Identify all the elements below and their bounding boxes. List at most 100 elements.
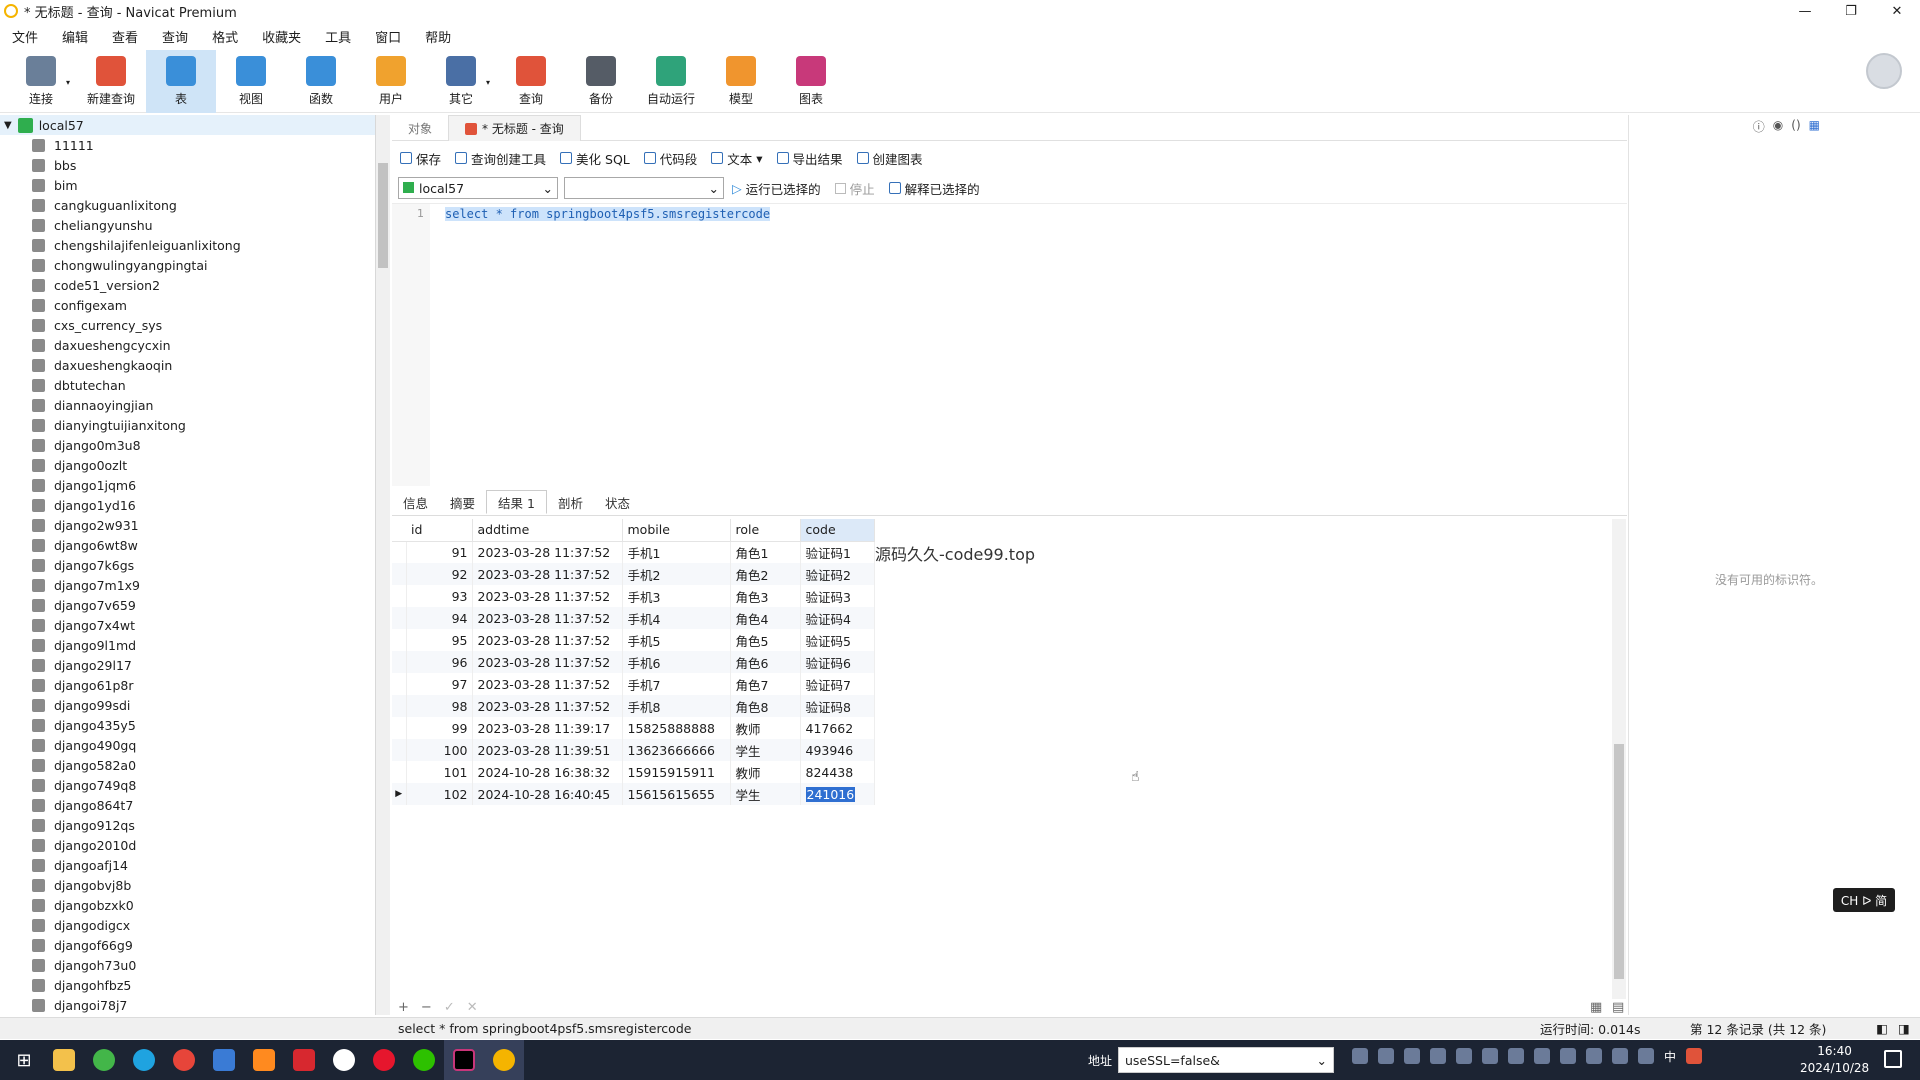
result-tab[interactable]: 信息: [392, 490, 439, 514]
grid-panel-icon[interactable]: ▦: [1809, 118, 1820, 135]
result-tab[interactable]: 结果 1: [486, 490, 547, 514]
table-cell[interactable]: 2023-03-28 11:37:52: [472, 541, 623, 563]
table-cell[interactable]: 角色1: [730, 541, 801, 563]
database-item[interactable]: django61p8r: [0, 675, 375, 695]
table-cell[interactable]: 13623666666: [622, 739, 731, 761]
table-cell[interactable]: 角色6: [730, 651, 801, 673]
menu-item[interactable]: 查询: [150, 27, 200, 46]
database-item[interactable]: django1jqm6: [0, 475, 375, 495]
database-item[interactable]: django490gq: [0, 735, 375, 755]
save-button[interactable]: 保存: [400, 149, 441, 168]
table-cell[interactable]: 验证码6: [800, 651, 875, 673]
taskbar-clock[interactable]: 16:40 2024/10/28: [1800, 1043, 1869, 1077]
row-marker[interactable]: [392, 695, 407, 717]
sidebar-scrollbar[interactable]: [376, 115, 390, 1015]
tray-mic-icon[interactable]: [1456, 1048, 1472, 1064]
discard-x-icon[interactable]: ✕: [467, 1000, 478, 1015]
toolbar-tools-button[interactable]: 其它 ▾: [426, 50, 496, 113]
taskbar-wechat[interactable]: [404, 1040, 444, 1080]
tab-objects[interactable]: 对象: [392, 115, 448, 141]
database-item[interactable]: diannaoyingjian: [0, 395, 375, 415]
table-cell[interactable]: 手机8: [622, 695, 731, 717]
explain-selected-button[interactable]: 解释已选择的: [888, 179, 980, 198]
table-cell[interactable]: 教师: [730, 761, 801, 783]
table-cell[interactable]: 角色2: [730, 563, 801, 585]
database-item[interactable]: bim: [0, 175, 375, 195]
stop-button[interactable]: 停止: [834, 179, 875, 198]
row-marker[interactable]: [392, 739, 407, 761]
table-cell[interactable]: 96: [406, 651, 473, 673]
table-cell[interactable]: 95: [406, 629, 473, 651]
table-cell[interactable]: 验证码2: [800, 563, 875, 585]
table-cell[interactable]: 验证码7: [800, 673, 875, 695]
column-header[interactable]: id: [406, 519, 473, 542]
taskbar-browser-360[interactable]: [84, 1040, 124, 1080]
column-header[interactable]: code: [800, 519, 875, 542]
text-button[interactable]: 文本 ▾: [711, 149, 763, 168]
database-item[interactable]: django864t7: [0, 795, 375, 815]
table-cell[interactable]: 学生: [730, 783, 801, 805]
table-row[interactable]: 96 2023-03-28 11:37:52 手机6 角色6 验证码6: [392, 651, 875, 673]
tray-wechat-icon[interactable]: [1508, 1048, 1524, 1064]
database-item[interactable]: django9l1md: [0, 635, 375, 655]
table-cell[interactable]: 15825888888: [622, 717, 731, 739]
menu-item[interactable]: 查看: [100, 27, 150, 46]
grid-scrollbar[interactable]: [1612, 519, 1626, 999]
table-cell[interactable]: 91: [406, 541, 473, 563]
minimize-button[interactable]: —: [1782, 0, 1828, 22]
table-cell[interactable]: 97: [406, 673, 473, 695]
table-cell[interactable]: 手机7: [622, 673, 731, 695]
database-item[interactable]: daxueshengkaoqin: [0, 355, 375, 375]
create-chart-button[interactable]: 创建图表: [856, 149, 923, 168]
table-cell[interactable]: 验证码1: [800, 541, 875, 563]
table-cell[interactable]: 2023-03-28 11:37:52: [472, 651, 623, 673]
row-marker[interactable]: [392, 761, 407, 783]
database-item[interactable]: django749q8: [0, 775, 375, 795]
database-item[interactable]: chengshilajifenleiguanlixitong: [0, 235, 375, 255]
taskbar-weibo[interactable]: [364, 1040, 404, 1080]
toolbar-table-button[interactable]: 表: [146, 50, 216, 113]
database-item[interactable]: dianyingtuijianxitong: [0, 415, 375, 435]
menu-item[interactable]: 帮助: [413, 27, 463, 46]
database-item[interactable]: django2w931: [0, 515, 375, 535]
taskbar-vscode[interactable]: [204, 1040, 244, 1080]
tray-ime-label[interactable]: 中: [1664, 1048, 1676, 1064]
table-cell[interactable]: 角色4: [730, 607, 801, 629]
table-cell[interactable]: 99: [406, 717, 473, 739]
database-item[interactable]: django0ozlt: [0, 455, 375, 475]
table-row[interactable]: 101 2024-10-28 16:38:32 15915915911 教师 82443…: [392, 761, 875, 783]
database-item[interactable]: django0m3u8: [0, 435, 375, 455]
database-item[interactable]: djangoh73u0: [0, 955, 375, 975]
toolbar-view-button[interactable]: 视图: [216, 50, 286, 113]
row-marker[interactable]: [392, 629, 407, 651]
database-item[interactable]: django99sdi: [0, 695, 375, 715]
tray-wifi-icon[interactable]: [1612, 1048, 1628, 1064]
beautify-sql-button[interactable]: 美化 SQL: [560, 149, 630, 168]
table-cell[interactable]: 2023-03-28 11:37:52: [472, 607, 623, 629]
apply-check-icon[interactable]: ✓: [444, 1000, 455, 1015]
toolbar-chart-button[interactable]: 图表: [776, 50, 846, 113]
database-item[interactable]: django582a0: [0, 755, 375, 775]
table-row[interactable]: 100 2023-03-28 11:39:51 13623666666 学生 49394…: [392, 739, 875, 761]
database-item[interactable]: djangohfbz5: [0, 975, 375, 995]
table-cell[interactable]: 2023-03-28 11:39:17: [472, 717, 623, 739]
tray-qq-icon[interactable]: [1534, 1048, 1550, 1064]
database-item[interactable]: django435y5: [0, 715, 375, 735]
table-cell[interactable]: 手机5: [622, 629, 731, 651]
column-header[interactable]: role: [730, 519, 801, 542]
eye-icon[interactable]: ◉: [1773, 118, 1783, 135]
row-marker[interactable]: [392, 607, 407, 629]
row-marker[interactable]: [392, 541, 407, 563]
code-snippet-button[interactable]: 代码段: [643, 149, 697, 168]
expand-arrow-icon[interactable]: ▼: [4, 120, 12, 131]
database-item[interactable]: djangoi78j7: [0, 995, 375, 1015]
table-cell[interactable]: 手机1: [622, 541, 731, 563]
table-cell[interactable]: 2023-03-28 11:37:52: [472, 695, 623, 717]
toolbar-model-button[interactable]: 模型: [706, 50, 776, 113]
table-row[interactable]: 99 2023-03-28 11:39:17 15825888888 教师 417662: [392, 717, 875, 739]
table-cell[interactable]: 验证码8: [800, 695, 875, 717]
database-item[interactable]: django29l17: [0, 655, 375, 675]
table-row[interactable]: ▶ 102 2024-10-28 16:40:45 15615615655 学生 2410…: [392, 783, 875, 805]
table-cell[interactable]: 教师: [730, 717, 801, 739]
taskbar-navicat[interactable]: [484, 1040, 524, 1080]
